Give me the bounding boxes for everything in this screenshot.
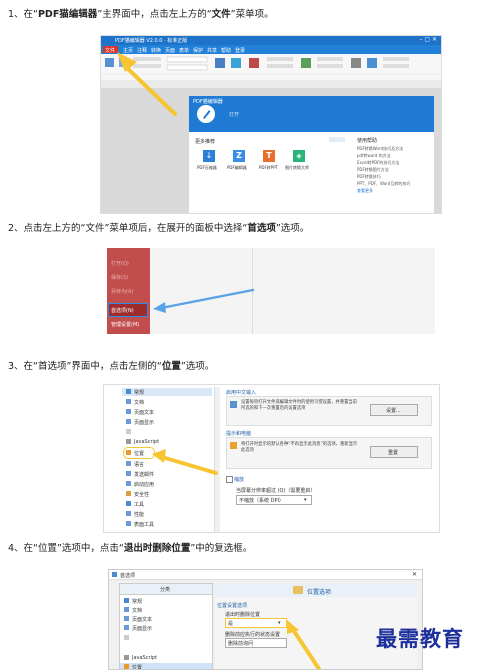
step-3-text: 3、在“首选项”界面中，点击左侧的“位置”选项。 xyxy=(8,361,214,373)
screenshot-4: 首选项 ✕ 分类 常规 文档 页面文本 页面显示 JavaScript 位置 位… xyxy=(108,569,423,670)
step-2-pre: 2、点击左上方的“文件”菜单项后，在展开的面板中选择“ xyxy=(8,223,248,234)
step-1-bold-2: 文件 xyxy=(211,9,231,20)
step-1-text: 1、在“PDF猫编辑器”主界面中，点击左上方的“文件”菜单项。 xyxy=(8,9,274,21)
step-1-post: ”菜单项。 xyxy=(230,9,274,20)
screenshot-3: 常规 文档 页面文本 页面显示 JavaScript 位置 语言 发送邮件 启动… xyxy=(103,384,440,533)
step-1-pre: 1、在“ xyxy=(8,9,38,20)
step-3-pre: 3、在“首选项”界面中，点击左侧的“ xyxy=(8,361,162,372)
step-3-bold: 位置 xyxy=(161,361,181,372)
step-4-post: ”中的复选框。 xyxy=(190,543,253,554)
step-4-bold: 退出时删除位置 xyxy=(123,543,191,554)
step-1-bold-1: PDF猫编辑器 xyxy=(37,9,98,20)
step-2-post: ”选项。 xyxy=(275,223,310,234)
yellow-arrow-icon-4 xyxy=(287,620,321,669)
screenshot-1: PDF猫编辑器 V2.0.0 · 标准正版 – ▢ ✕ 文件 主页 注释 转换 … xyxy=(100,35,442,214)
yellow-arrow-icon-3 xyxy=(152,449,218,475)
step-3-post: ”选项。 xyxy=(180,361,215,372)
step-4-pre: 4、在“位置”选项中，点击“ xyxy=(8,543,124,554)
yellow-arrow-icon xyxy=(117,52,177,116)
step-1-mid: ”主界面中，点击左上方的“ xyxy=(97,9,212,20)
step-2-text: 2、点击左上方的“文件”菜单项后，在展开的面板中选择“首选项”选项。 xyxy=(8,223,309,235)
screenshot-2: 打开(O) 保存(S) 另存为(A) 首选项(N) 管理设置(M) xyxy=(107,248,435,334)
step-2-bold: 首选项 xyxy=(247,223,276,234)
step-4-text: 4、在“位置”选项中，点击“退出时删除位置”中的复选框。 xyxy=(8,543,252,555)
watermark: 最需教育 xyxy=(376,626,464,651)
blue-arrow-icon xyxy=(153,288,255,313)
